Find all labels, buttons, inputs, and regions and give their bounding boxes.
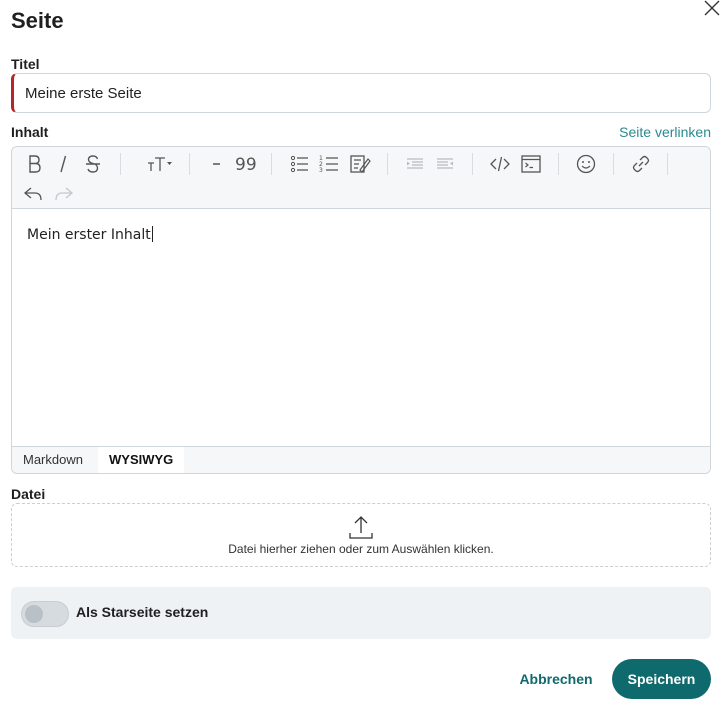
text-caret bbox=[151, 226, 153, 242]
rich-text-editor: 99 123 Mein erster Inhalt Markdown WYSIW… bbox=[11, 146, 711, 474]
bold-icon[interactable] bbox=[22, 152, 46, 176]
italic-icon[interactable] bbox=[51, 152, 75, 176]
outdent-icon[interactable] bbox=[433, 152, 457, 176]
start-page-toggle[interactable] bbox=[21, 601, 69, 627]
dialog-title: Seite bbox=[11, 8, 64, 33]
upload-icon bbox=[348, 514, 374, 540]
svg-text:99: 99 bbox=[235, 155, 257, 175]
file-label: Datei bbox=[11, 486, 46, 502]
emoji-icon[interactable] bbox=[574, 152, 598, 176]
editor-text: Mein erster Inhalt bbox=[27, 227, 151, 243]
horizontal-rule-icon[interactable] bbox=[205, 152, 229, 176]
title-input[interactable] bbox=[11, 73, 711, 113]
start-page-box: Als Starseite setzen bbox=[11, 587, 711, 639]
content-label: Inhalt bbox=[11, 124, 49, 140]
editor-mode-tabs: Markdown WYSIWYG bbox=[12, 446, 710, 473]
tab-markdown[interactable]: Markdown bbox=[12, 447, 94, 473]
quote-icon[interactable]: 99 bbox=[234, 152, 258, 176]
dropzone-text: Datei hierher ziehen oder zum Auswählen … bbox=[228, 542, 494, 556]
editor-toolbar: 99 123 bbox=[12, 147, 710, 209]
code-icon[interactable] bbox=[488, 152, 512, 176]
redo-icon[interactable] bbox=[51, 182, 75, 206]
svg-text:3: 3 bbox=[319, 167, 323, 174]
strikethrough-icon[interactable] bbox=[81, 152, 105, 176]
save-button[interactable]: Speichern bbox=[612, 659, 711, 699]
title-label: Titel bbox=[11, 56, 40, 72]
cancel-button[interactable]: Abbrechen bbox=[504, 660, 608, 698]
task-list-icon[interactable] bbox=[348, 152, 372, 176]
close-icon[interactable] bbox=[700, 0, 724, 22]
editor-content[interactable]: Mein erster Inhalt bbox=[12, 209, 710, 447]
text-size-icon[interactable] bbox=[146, 152, 174, 176]
tab-wysiwyg[interactable]: WYSIWYG bbox=[98, 447, 185, 473]
toggle-knob bbox=[25, 605, 43, 623]
undo-icon[interactable] bbox=[22, 182, 46, 206]
bullet-list-icon[interactable] bbox=[288, 152, 312, 176]
link-icon[interactable] bbox=[629, 152, 653, 176]
link-page-link[interactable]: Seite verlinken bbox=[619, 124, 711, 140]
indent-icon[interactable] bbox=[403, 152, 427, 176]
code-block-icon[interactable] bbox=[519, 152, 543, 176]
numbered-list-icon[interactable]: 123 bbox=[318, 152, 342, 176]
file-dropzone[interactable]: Datei hierher ziehen oder zum Auswählen … bbox=[11, 503, 711, 567]
start-page-label: Als Starseite setzen bbox=[76, 604, 209, 620]
